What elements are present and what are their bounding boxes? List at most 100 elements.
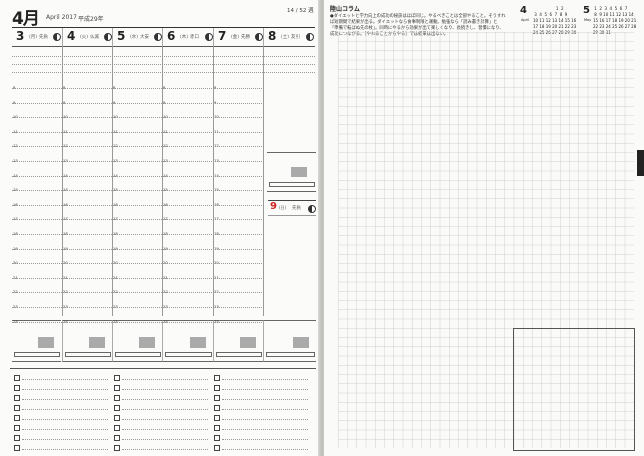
checkbox[interactable] (14, 395, 20, 401)
stamp-box (291, 167, 307, 177)
moon-phase-icon (306, 33, 314, 41)
column-title: 陸山コラム (330, 6, 360, 13)
hour-line (12, 263, 262, 265)
hour-line (12, 248, 262, 250)
moon-phase-icon (255, 33, 263, 41)
hour-line (12, 292, 262, 294)
checkbox[interactable] (114, 415, 120, 421)
daily-mini-panel (62, 320, 112, 362)
memo-line (12, 56, 315, 57)
stamp-box (293, 337, 309, 348)
hour-line (12, 131, 262, 133)
daily-mini-panel (213, 320, 263, 362)
checkbox[interactable] (14, 435, 20, 441)
progress-scale (216, 352, 262, 357)
moon-phase-icon (308, 205, 316, 213)
checklist-line (122, 419, 208, 420)
minical-april-month: 4 (520, 5, 527, 16)
checkbox[interactable] (214, 415, 220, 421)
progress-scale (165, 352, 212, 357)
stamp-box (139, 337, 155, 348)
day-of-week: (木) (180, 35, 189, 40)
checkbox[interactable] (14, 375, 20, 381)
hour-line (12, 321, 262, 323)
checkbox[interactable] (214, 375, 220, 381)
saturday-mini-panel (267, 152, 316, 192)
daily-mini-panel (112, 320, 162, 362)
checklist-line (22, 419, 108, 420)
daily-mini-panel (263, 320, 316, 362)
day-of-week: (土) (281, 35, 290, 40)
checkbox[interactable] (114, 435, 120, 441)
checklist-line (122, 429, 208, 430)
progress-scale (14, 352, 60, 357)
hour-line (12, 161, 262, 162)
day-column-divider (213, 46, 214, 316)
moon-phase-icon (154, 33, 162, 41)
checklist-line (22, 379, 108, 380)
checklist-line (222, 419, 308, 420)
day-number: 7 (218, 29, 227, 43)
hour-line (12, 117, 262, 119)
day-number: 3 (16, 29, 25, 43)
checkbox[interactable] (214, 445, 220, 451)
checkbox[interactable] (14, 405, 20, 411)
day-of-week: (金) (231, 35, 240, 40)
checkbox[interactable] (114, 375, 120, 381)
checkbox[interactable] (214, 395, 220, 401)
moon-phase-icon (53, 33, 61, 41)
memo-line (12, 64, 315, 65)
day-column-header: 3 (月) 先負 (12, 28, 62, 46)
progress-scale (115, 352, 161, 357)
day-of-week: (月) (29, 35, 38, 40)
checklist-line (122, 439, 208, 440)
checkbox[interactable] (114, 395, 120, 401)
checklist-line (122, 389, 208, 390)
sunday-rokuyo: 先負 (292, 206, 301, 211)
day-number: 4 (67, 29, 76, 43)
hour-line (12, 102, 262, 104)
minical-may-month: 5 (583, 5, 590, 16)
checkbox[interactable] (214, 385, 220, 391)
checkbox[interactable] (14, 415, 20, 421)
day-column-divider (162, 46, 163, 316)
checklist-line (122, 399, 208, 400)
rokuyo: 先負 (39, 35, 48, 40)
hour-line (12, 190, 262, 192)
checklist-line (222, 409, 308, 410)
checklist-area (10, 368, 316, 453)
checkbox[interactable] (14, 385, 20, 391)
daily-mini-panel (12, 320, 61, 362)
rokuyo: 友引 (291, 35, 300, 40)
sunday-dow: (日) (279, 205, 287, 210)
checkbox[interactable] (214, 425, 220, 431)
checklist-line (122, 409, 208, 410)
checklist-line (222, 399, 308, 400)
hour-line (12, 234, 262, 235)
moon-phase-icon (205, 33, 213, 41)
checklist-line (222, 429, 308, 430)
checkbox[interactable] (114, 425, 120, 431)
month-english: April 2017 (46, 14, 77, 21)
month-title: 4月 (12, 9, 40, 29)
rokuyo: 大安 (140, 35, 149, 40)
checkbox[interactable] (114, 385, 120, 391)
checklist-line (22, 429, 108, 430)
checklist-line (222, 439, 308, 440)
checklist-line (22, 439, 108, 440)
checkbox[interactable] (114, 405, 120, 411)
checkbox[interactable] (214, 435, 220, 441)
index-tab (637, 150, 644, 176)
hour-line (12, 277, 262, 279)
checkbox[interactable] (114, 445, 120, 451)
checkbox[interactable] (214, 405, 220, 411)
checkbox[interactable] (14, 445, 20, 451)
checklist-line (122, 449, 208, 450)
checkbox[interactable] (14, 425, 20, 431)
day-header-row: 3 (月) 先負 4 (火) 仏滅 5 (水) 大安 6 (木) 赤口 7 (金… (12, 27, 315, 47)
checklist-line (22, 389, 108, 390)
stamp-box (240, 337, 256, 348)
era-year: 平成29年 (78, 16, 104, 23)
checklist-line (22, 409, 108, 410)
daily-mini-panel (162, 320, 213, 362)
